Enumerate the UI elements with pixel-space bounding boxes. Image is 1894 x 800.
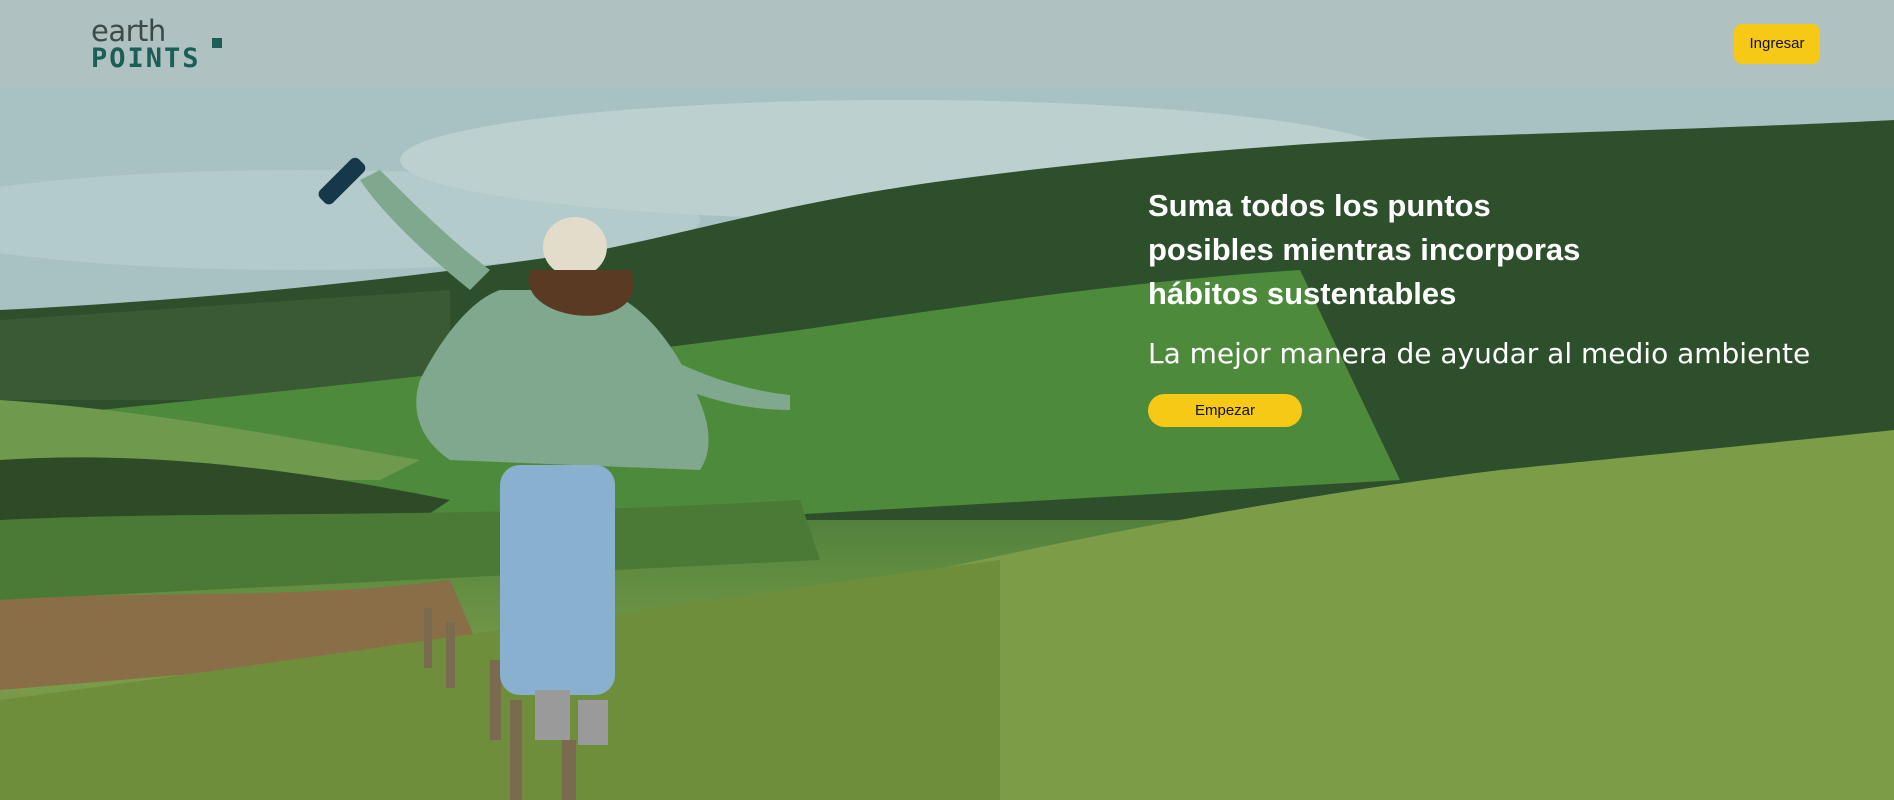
headline-line: hábitos sustentables (1148, 276, 1457, 311)
earthpoints-logo[interactable]: earth POINTS (91, 16, 226, 74)
headline-line: posibles mientras incorporas (1148, 232, 1581, 267)
logo-points-text: POINTS (91, 43, 201, 74)
hero-content: Suma todos los puntos posibles mientras … (1148, 184, 1848, 427)
logo-earth-text: earth (91, 14, 166, 48)
logo-pixel-mark (212, 38, 222, 48)
hero-headline: Suma todos los puntos posibles mientras … (1148, 184, 1848, 316)
start-button[interactable]: Empezar (1148, 394, 1302, 427)
login-button[interactable]: Ingresar (1734, 24, 1820, 64)
hero-subtitle: La mejor manera de ayudar al medio ambie… (1148, 337, 1811, 370)
headline-line: Suma todos los puntos (1148, 188, 1491, 223)
site-header: earth POINTS Ingresar (0, 0, 1894, 88)
hero-section: earth POINTS Ingresar Suma todos los pun… (0, 0, 1894, 800)
